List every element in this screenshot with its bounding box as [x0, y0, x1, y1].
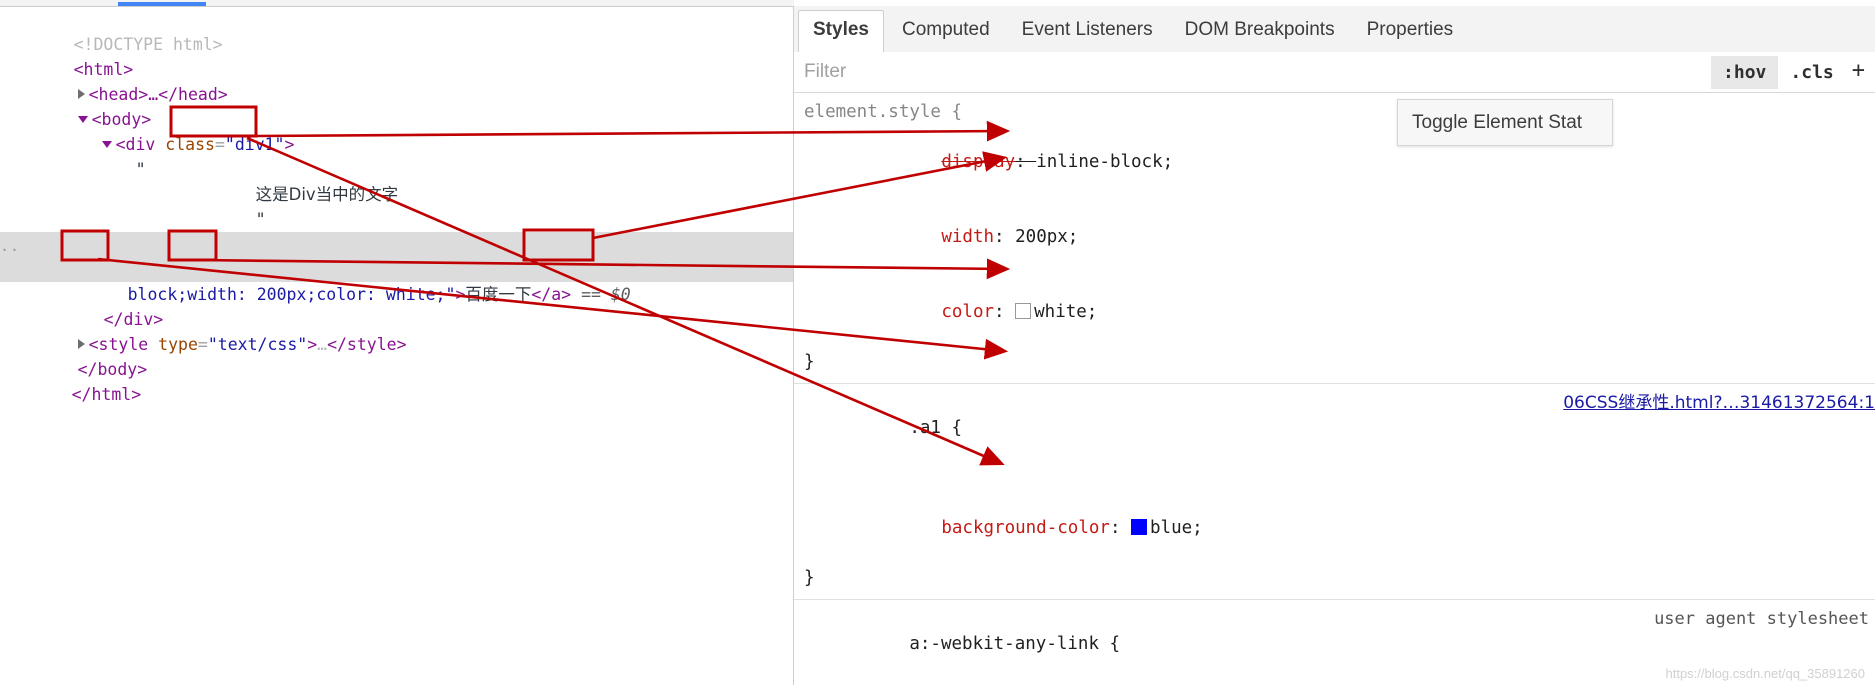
dom-line-body-open[interactable]: <body>: [0, 82, 793, 129]
rule-selector[interactable]: .a1 {: [909, 418, 962, 438]
dom-line-html-close[interactable]: </html>: [0, 357, 793, 404]
declaration-value[interactable]: 200px;: [1015, 227, 1078, 247]
dom-line-div-open[interactable]: <div class="div1">: [0, 107, 793, 154]
dom-line-body-close[interactable]: </body>: [0, 332, 793, 379]
declaration-background-color[interactable]: background-color: blue;: [794, 491, 1875, 566]
dom-line-quote-close: ": [0, 182, 793, 229]
tab-dom-breakpoints[interactable]: DOM Breakpoints: [1171, 11, 1349, 52]
dom-line-p[interactable]: <p>这是p标签里面的文字</p>: [0, 207, 793, 254]
styles-filter-bar: Filter :hov .cls +: [794, 52, 1875, 93]
rule-selector[interactable]: element.style {: [804, 102, 962, 122]
rule-a1: .a1 { 06CSS继承性.html?…31461372564:1 backg…: [794, 384, 1875, 600]
styles-rules-list: element.style { display: inline-block; w…: [794, 93, 1875, 685]
html-close-token: </html>: [71, 385, 142, 404]
new-style-rule-button[interactable]: +: [1846, 56, 1875, 89]
declaration-property[interactable]: display: [941, 152, 1015, 172]
rule-selector[interactable]: a:-webkit-any-link {: [909, 634, 1120, 654]
dom-line-quote-open: ": [0, 132, 793, 179]
rule-source-link[interactable]: 06CSS继承性.html?…31461372564:1: [1563, 391, 1875, 416]
rule-close-brace: }: [804, 568, 815, 588]
watermark: https://blog.csdn.net/qq_35891260: [1665, 666, 1866, 681]
declaration-value[interactable]: inline-block;: [1036, 152, 1173, 172]
devtools-screenshot: <!DOCTYPE html> <html> <head>…</head> <b…: [0, 0, 1875, 685]
hov-button[interactable]: :hov: [1711, 55, 1779, 89]
toggle-element-state-tooltip: Toggle Element Stat: [1397, 99, 1613, 146]
dom-line-div-text: 这是Div当中的文字: [0, 157, 793, 204]
rule-element-style: element.style { display: inline-block; w…: [794, 93, 1875, 384]
declaration-display[interactable]: display: inline-block;: [794, 125, 1875, 200]
declaration-property[interactable]: color: [941, 302, 994, 322]
color-swatch-blue[interactable]: [1131, 519, 1148, 535]
declaration-property[interactable]: width: [941, 227, 994, 247]
dom-line-a-open[interactable]: ··<a class="a1" href="http://www.baidu.c…: [0, 232, 793, 279]
tab-computed[interactable]: Computed: [888, 11, 1004, 52]
tab-styles[interactable]: Styles: [798, 10, 884, 53]
dom-line-div-close[interactable]: </div>: [0, 282, 793, 329]
styles-panel: Styles Computed Event Listeners DOM Brea…: [794, 0, 1875, 685]
color-swatch-white[interactable]: [1015, 303, 1032, 319]
dom-line-doctype[interactable]: <!DOCTYPE html>: [0, 7, 793, 54]
tab-properties[interactable]: Properties: [1353, 11, 1468, 52]
declaration-color[interactable]: color: white;: [794, 275, 1875, 350]
rule-source-label: user agent stylesheet: [1654, 609, 1869, 629]
dom-line-style-tag[interactable]: <style type="text/css">…</style>: [0, 307, 793, 354]
declaration-value[interactable]: blue;: [1150, 518, 1203, 538]
rule-close-brace: }: [804, 352, 815, 372]
declaration-width[interactable]: width: 200px;: [794, 200, 1875, 275]
declaration-property[interactable]: background-color: [941, 518, 1110, 538]
dom-line-html-open[interactable]: <html>: [0, 32, 793, 79]
dom-line-head[interactable]: <head>…</head>: [0, 57, 793, 104]
styles-tabbar: Styles Computed Event Listeners DOM Brea…: [794, 6, 1875, 53]
cls-button[interactable]: .cls: [1778, 55, 1846, 89]
dom-tree-panel[interactable]: <!DOCTYPE html> <html> <head>…</head> <b…: [0, 7, 794, 685]
tab-event-listeners[interactable]: Event Listeners: [1008, 11, 1167, 52]
dom-line-a-continued[interactable]: block;width: 200px;color: white;">百度一下</…: [0, 257, 793, 304]
filter-input[interactable]: Filter: [794, 61, 1711, 83]
active-tab-underline: [118, 2, 206, 6]
declaration-value[interactable]: white;: [1034, 302, 1097, 322]
